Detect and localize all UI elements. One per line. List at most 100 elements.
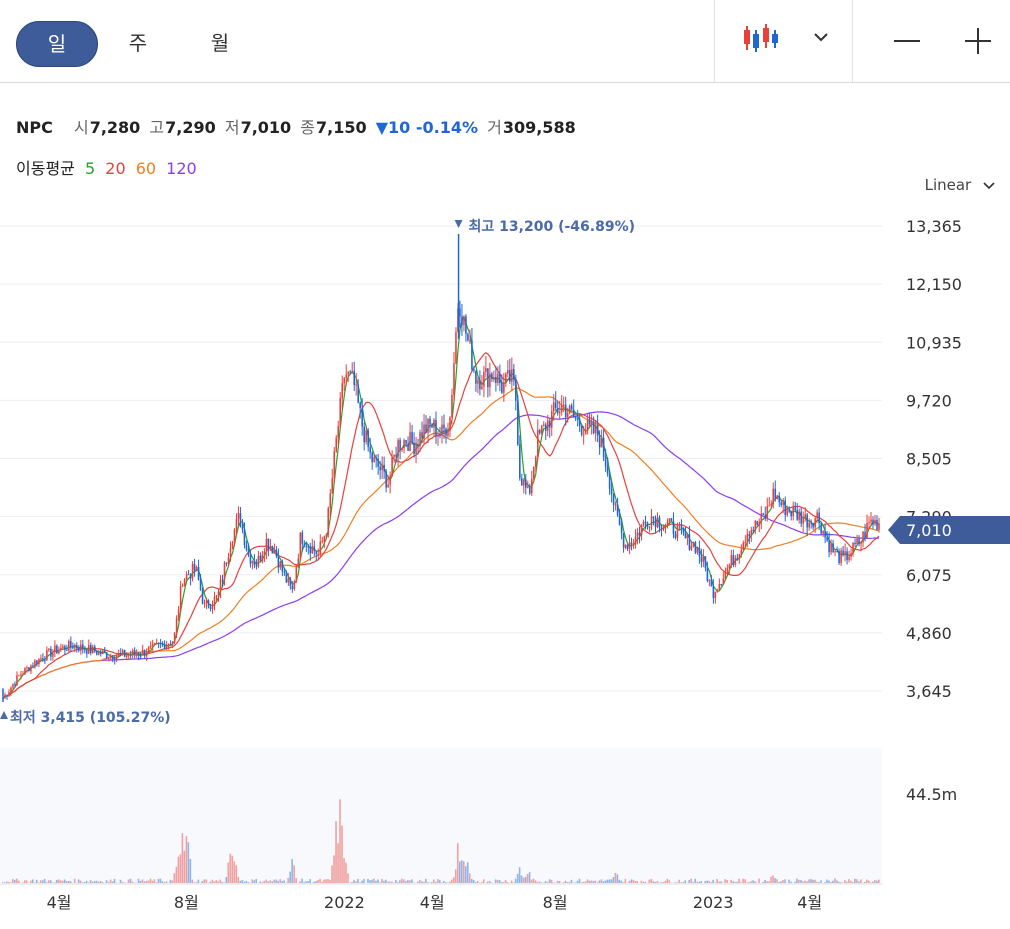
candle-body (664, 525, 667, 527)
candle-body (291, 585, 294, 590)
volume-bar (778, 882, 780, 883)
candle-body (828, 540, 830, 553)
volume-bar (219, 879, 222, 883)
candle-body (173, 632, 176, 643)
volume-bar (381, 878, 383, 883)
price-chart[interactable]: 13,365 12,150 10,935 9,720 8,505 7,290 6,075 4,… (0, 0, 1010, 929)
candle-body (217, 591, 220, 596)
candle-body (732, 555, 735, 565)
volume-panel-title: 거래량 (16, 764, 61, 783)
volume-bar (109, 879, 112, 883)
candle-body (816, 512, 818, 519)
high-marker-icon (454, 220, 463, 228)
candle-body (141, 649, 144, 656)
period-week-button[interactable]: 주 (98, 21, 178, 65)
candle-body (772, 488, 775, 504)
volume-bar (592, 880, 595, 883)
low-value: 7,010 (240, 118, 292, 137)
chevron-down-icon[interactable] (812, 30, 830, 44)
volume-bar (844, 880, 846, 883)
volume-bar (746, 882, 748, 883)
volume-bar (239, 880, 242, 883)
candle-body (491, 373, 493, 379)
candle-body (379, 466, 381, 471)
moving-average-legend[interactable]: 이동평균 5 20 60 120 (16, 155, 202, 179)
volume-bar (345, 862, 347, 883)
scale-selector[interactable]: Linear (925, 176, 996, 194)
volume-bar (562, 882, 565, 883)
candle-body (622, 533, 625, 548)
candle-body (419, 432, 421, 446)
candle-body (66, 649, 68, 651)
candle-body (652, 516, 655, 519)
volume-bar (41, 880, 44, 883)
volume-bar (261, 882, 264, 883)
volume-bar (664, 880, 667, 883)
ma-5-line (2, 314, 880, 699)
candle-body (165, 645, 168, 650)
volume-bar (576, 880, 579, 883)
volume-bar (57, 879, 60, 883)
candle-body (660, 527, 663, 529)
volume-bar (343, 858, 345, 883)
candle-body (16, 675, 18, 686)
volume-bar (630, 879, 633, 883)
period-day-button[interactable]: 일 (16, 21, 98, 67)
volume-bar (466, 862, 469, 883)
candle-body (698, 547, 701, 557)
candle-body (161, 643, 164, 645)
volume-bar (25, 880, 28, 883)
volume-bar (127, 879, 130, 883)
period-month-button[interactable]: 월 (180, 21, 260, 65)
candle-body (570, 405, 573, 410)
candle-body (740, 549, 743, 555)
volume-bar (225, 876, 228, 883)
low-marker-icon (0, 711, 8, 719)
zoom-out-icon[interactable] (892, 28, 922, 54)
ma-20-line (2, 351, 880, 699)
candle-body (397, 440, 399, 457)
candle-body (283, 571, 286, 573)
volume-bar (706, 880, 708, 883)
volume-bar (734, 881, 736, 883)
volume-bar (800, 879, 802, 883)
candle-body (243, 529, 246, 546)
candle-body (634, 536, 637, 545)
candle-body (684, 532, 687, 539)
candle-body (205, 600, 208, 604)
volume-bar (648, 879, 651, 883)
candle-body (602, 437, 605, 457)
candle-body (876, 519, 878, 530)
volume-bar (462, 861, 465, 883)
volume-bar (363, 878, 365, 883)
candle-body (249, 554, 252, 564)
volume-bar (502, 882, 505, 883)
candle-body (534, 457, 537, 467)
volume-bar (692, 881, 695, 883)
candle-body (215, 595, 218, 597)
candle-body (544, 424, 547, 431)
change-value: ▼10 -0.14% (375, 118, 478, 137)
volume-bar (251, 879, 254, 883)
volume-bar (23, 880, 26, 883)
volume-bar (197, 879, 200, 883)
volume-bar (437, 879, 439, 883)
volume-bar (496, 879, 499, 883)
candlestick-icon[interactable] (742, 24, 782, 54)
x-tick-label: 2023 (693, 893, 734, 912)
candle-body (111, 655, 114, 660)
volume-bar (331, 865, 333, 883)
volume-bar (854, 878, 856, 883)
candle-body (582, 434, 585, 436)
candle-body (814, 518, 816, 528)
candle-body (271, 546, 274, 554)
scale-label: Linear (924, 176, 972, 194)
toolbar-divider (852, 0, 853, 82)
volume-bar (732, 881, 734, 883)
volume-bar (632, 879, 635, 883)
volume-bar (347, 873, 349, 883)
volume-bar (814, 879, 816, 883)
candle-body (638, 532, 641, 536)
zoom-in-icon[interactable] (963, 28, 993, 54)
volume-bar (742, 878, 744, 883)
